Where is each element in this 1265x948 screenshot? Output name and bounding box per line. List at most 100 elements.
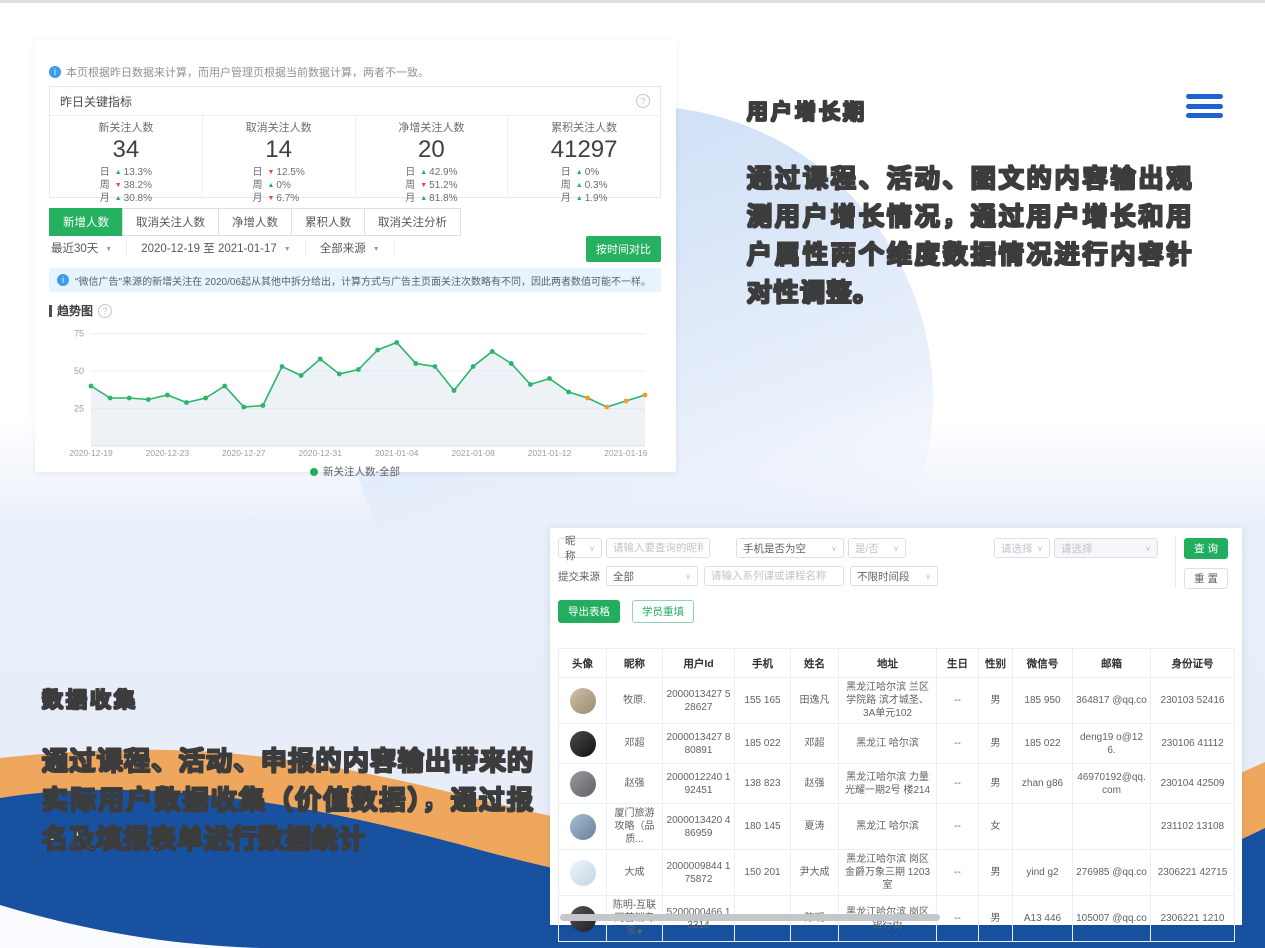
metric-stat: 周▲0% <box>252 179 304 192</box>
table-cell: 邓超 <box>607 724 663 764</box>
table-cell: 230106 41112 <box>1151 724 1235 764</box>
table-cell: yind g2 <box>1013 850 1073 896</box>
search-button[interactable]: 查 询 <box>1184 538 1228 559</box>
trend-chart-label: 趋势图 ? <box>49 302 112 319</box>
time-range-select[interactable]: 不限时间段∨ <box>850 566 938 586</box>
table-cell: 男 <box>979 724 1013 764</box>
table-row: 邓超2000013427 880891185 022邓超黑龙江 哈尔滨--男18… <box>559 724 1235 764</box>
yes-no-select[interactable]: 是/否∨ <box>848 538 906 558</box>
info-icon: i <box>57 274 69 286</box>
table-cell: 夏涛 <box>791 804 839 850</box>
table-cell: 276985 @qq.co <box>1073 850 1151 896</box>
metric-stat: 日▲42.9% <box>405 166 457 179</box>
table-cell: 230104 42509 <box>1151 764 1235 804</box>
table-cell: 231102 13108 <box>1151 804 1235 850</box>
source-select[interactable]: 全部∨ <box>606 566 698 586</box>
slide: i 本页根据昨日数据来计算，而用户管理页根据当前数据计算，两者不一致。 昨日关键… <box>0 0 1265 948</box>
table-cell: 黑龙江 哈尔滨 <box>839 804 937 850</box>
metric-stat: 周▼51.2% <box>405 179 457 192</box>
help-icon[interactable]: ? <box>98 304 112 318</box>
table-cell: 尹大成 <box>791 850 839 896</box>
metric-value: 20 <box>356 136 508 164</box>
nickname-input[interactable] <box>613 542 703 554</box>
column-header: 邮箱 <box>1073 649 1151 678</box>
select-placeholder-2[interactable]: 请选择∨ <box>1054 538 1158 558</box>
growth-section-body: 通过课程、活动、图文的内容输出观测用户增长情况，通过用户增长和用户属性两个维度数… <box>747 160 1193 312</box>
chart-x-axis-labels: 2020-12-192020-12-232020-12-272020-12-31… <box>49 448 661 460</box>
help-icon[interactable]: ? <box>636 94 650 108</box>
avatar <box>570 771 596 797</box>
table-cell: 150 201 <box>735 850 791 896</box>
table-cell: 230103 52416 <box>1151 678 1235 724</box>
table-cell: deng19 o@12 6. <box>1073 724 1151 764</box>
table-cell: 2000012240 192451 <box>663 764 735 804</box>
table-cell: 黑龙江 哈尔滨 <box>839 724 937 764</box>
metric-label: 取消关注人数 <box>203 119 355 135</box>
course-input[interactable] <box>711 570 837 582</box>
x-tick-label: 2020-12-31 <box>298 448 341 458</box>
avatar <box>570 731 596 757</box>
key-metrics-card: 昨日关键指标 ? 新关注人数 34 日▲13.3%周▼38.2%月▲30.8% … <box>49 86 661 198</box>
x-tick-label: 2020-12-23 <box>146 448 189 458</box>
metric-stat: 日▲13.3% <box>100 166 152 179</box>
table-cell: -- <box>937 804 979 850</box>
table-cell: 牧原. <box>607 678 663 724</box>
x-tick-label: 2021-01-16 <box>604 448 647 458</box>
dash-tab-3[interactable]: 累积人数 <box>291 208 365 236</box>
dash-filter-2[interactable]: 全部来源▼ <box>306 240 395 256</box>
member-table-panel: 昵称∨ 手机是否为空∨ 是/否∨ 请选择∨ 请选择∨ 提交来源 全部∨ <box>550 528 1242 925</box>
table-row: 厦门旅游攻略（品质...2000013420 486959180 145夏涛黑龙… <box>559 804 1235 850</box>
up-arrow-icon: ▲ <box>420 169 427 176</box>
dash-tab-4[interactable]: 取消关注分析 <box>364 208 461 236</box>
table-cell: 男 <box>979 850 1013 896</box>
dash-tab-0[interactable]: 新增人数 <box>49 208 123 236</box>
table-cell: 155 165 <box>735 678 791 724</box>
dash-tab-1[interactable]: 取消关注人数 <box>122 208 219 236</box>
table-row: 赵强2000012240 192451138 823赵强黑龙江哈尔滨 力量光耀一… <box>559 764 1235 804</box>
up-arrow-icon: ▲ <box>267 182 274 189</box>
metric-value: 34 <box>50 136 202 164</box>
menu-icon[interactable] <box>1186 94 1223 123</box>
export-table-button[interactable]: 导出表格 <box>558 600 620 623</box>
chevron-down-icon: ▼ <box>105 246 112 253</box>
compare-by-time-button[interactable]: 按时间对比 <box>586 236 661 262</box>
top-divider <box>0 0 1265 3</box>
select-placeholder-1[interactable]: 请选择∨ <box>994 538 1050 558</box>
avatar <box>570 688 596 714</box>
table-cell: -- <box>937 724 979 764</box>
info-banner: i "微信广告"来源的新增关注在 2020/06起从其他中拆分给出，计算方式与广… <box>49 268 661 292</box>
nickname-type-select[interactable]: 昵称∨ <box>558 538 602 558</box>
dash-tab-2[interactable]: 净增人数 <box>218 208 292 236</box>
dash-filter-1[interactable]: 2020-12-19 至 2021-01-17▼ <box>127 240 305 256</box>
growth-section-title: 用户增长期 <box>747 96 867 126</box>
table-cell: 2000013420 486959 <box>663 804 735 850</box>
trend-line-chart: 255075 <box>49 320 661 452</box>
table-cell: 黑龙江哈尔滨 兰区学院路 滨才城圣、 3A单元102 <box>839 678 937 724</box>
metrics-columns: 新关注人数 34 日▲13.3%周▼38.2%月▲30.8% 取消关注人数 14… <box>50 116 660 198</box>
phone-empty-select[interactable]: 手机是否为空∨ <box>736 538 844 558</box>
chart-legend: 新关注人数-全部 <box>49 464 661 479</box>
table-cell: 2000013427 880891 <box>663 724 735 764</box>
filter-divider <box>1175 536 1176 588</box>
down-arrow-icon: ▼ <box>420 182 427 189</box>
table-cell: 2000013427 528627 <box>663 678 735 724</box>
student-refill-button[interactable]: 学员重填 <box>632 600 694 623</box>
nickname-input-wrap <box>606 538 710 558</box>
svg-text:50: 50 <box>74 366 84 376</box>
source-label: 提交来源 <box>558 569 600 584</box>
table-cell: 364817 @qq.co <box>1073 678 1151 724</box>
scrollbar-thumb[interactable] <box>560 914 940 921</box>
up-arrow-icon: ▲ <box>115 169 122 176</box>
table-cell <box>1013 804 1073 850</box>
reset-button[interactable]: 重 置 <box>1184 568 1228 589</box>
dash-filter-0[interactable]: 最近30天▼ <box>49 240 127 256</box>
table-cell <box>1073 804 1151 850</box>
dashboard-note-text: 本页根据昨日数据来计算，而用户管理页根据当前数据计算，两者不一致。 <box>66 64 429 80</box>
column-header: 性别 <box>979 649 1013 678</box>
metric-stat: 月▼6.7% <box>252 192 304 205</box>
x-tick-label: 2020-12-27 <box>222 448 265 458</box>
table-header-row: 头像昵称用户Id手机姓名地址生日性别微信号邮箱身份证号 <box>559 649 1235 678</box>
table-cell: -- <box>937 678 979 724</box>
table-cell: -- <box>937 850 979 896</box>
down-arrow-icon: ▼ <box>115 182 122 189</box>
